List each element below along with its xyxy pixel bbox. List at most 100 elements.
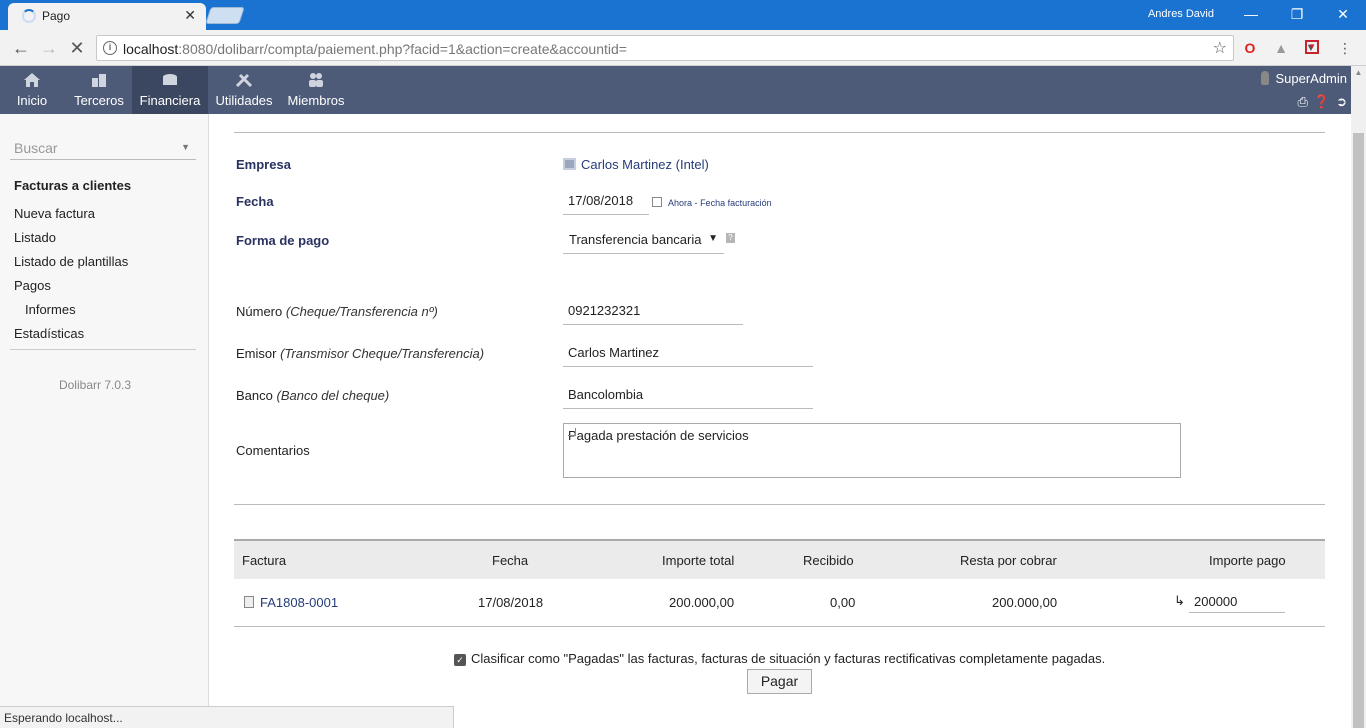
calendar-icon[interactable] <box>652 197 662 207</box>
url-host: localhost <box>123 41 179 57</box>
maximize-icon[interactable]: ❐ <box>1274 3 1320 25</box>
minimize-icon[interactable]: — <box>1228 3 1274 25</box>
numero-input[interactable]: 0921232321 <box>563 297 743 325</box>
home-icon <box>24 73 40 87</box>
url-path: :8080/dolibarr/compta/paiement.php?facid… <box>178 41 627 57</box>
print-icon[interactable]: ⎙ <box>1298 94 1308 109</box>
sidebar-item-pagos[interactable]: Pagos <box>14 278 51 293</box>
tab-close-icon[interactable]: ✕ <box>184 7 196 24</box>
sidebar-item-listado-plantillas[interactable]: Listado de plantillas <box>14 254 128 269</box>
empresa-value[interactable]: Carlos Martinez (Intel) <box>563 157 709 172</box>
pocket-extension-icon[interactable]: ▼ <box>1305 40 1319 54</box>
banco-hint: (Banco del cheque) <box>276 388 390 403</box>
help-icon[interactable]: ❓ <box>1314 94 1330 109</box>
top-tools: ⎙ ❓ ➲ <box>1292 94 1348 110</box>
factura-cell[interactable]: FA1808-0001 <box>244 595 338 610</box>
numero-hint: (Cheque/Transferencia nº) <box>285 304 438 319</box>
resta-cell: 200.000,00 <box>992 595 1058 610</box>
clasificar-pagadas[interactable]: ✓ Clasificar como "Pagadas" las facturas,… <box>454 651 1105 666</box>
browser-tab[interactable]: Pago ✕ <box>8 3 206 30</box>
sidebar-item-listado[interactable]: Listado <box>14 230 56 245</box>
menu-label-miembros: Miembros <box>287 93 345 108</box>
menu-utilidades[interactable]: Utilidades <box>210 66 278 114</box>
table-row: FA1808-0001 17/08/2018 200.000,00 0,00 2… <box>234 579 1325 627</box>
company-link[interactable]: Carlos Martinez (Intel) <box>581 157 709 172</box>
window-close-icon[interactable]: ✕ <box>1320 3 1366 25</box>
stop-icon[interactable]: ✕ <box>66 37 88 59</box>
chevron-down-icon: ▼ <box>708 233 718 244</box>
col-fecha: Fecha <box>492 553 529 568</box>
importe-pago-value: 200000 <box>1194 594 1238 609</box>
menu-financiera[interactable]: Financiera <box>132 66 208 114</box>
resize-grip-icon[interactable] <box>568 428 576 436</box>
divider <box>234 504 1325 505</box>
sidebar-item-informes[interactable]: Informes <box>25 302 76 317</box>
forma-pago-label: Forma de pago <box>236 233 330 248</box>
numero-value: 0921232321 <box>568 303 641 318</box>
banco-input[interactable]: Bancolombia <box>563 381 813 409</box>
fecha-input[interactable]: 17/08/2018 <box>563 187 649 215</box>
drive-extension-icon[interactable]: ▲ <box>1272 39 1290 57</box>
menu-label-inicio: Inicio <box>16 93 48 108</box>
fecha-separator: - <box>694 198 698 208</box>
forma-pago-value: Transferencia bancaria <box>569 232 702 247</box>
back-icon[interactable]: ← <box>10 37 32 59</box>
bookmark-star-icon[interactable]: ☆ <box>1213 38 1227 58</box>
search-select[interactable]: Buscar ▼ <box>10 136 196 160</box>
comentarios-label: Comentarios <box>236 443 310 458</box>
logout-icon[interactable]: ➲ <box>1336 94 1347 109</box>
col-importe-pago: Importe pago <box>1209 553 1286 568</box>
url-input[interactable]: i localhost:8080/dolibarr/compta/paiemen… <box>96 35 1234 61</box>
vertical-scrollbar[interactable]: ▲ <box>1351 66 1366 728</box>
emisor-value: Carlos Martinez <box>568 345 660 360</box>
fecha-shortcuts: Ahora - Fecha facturación <box>652 197 772 208</box>
user-icon <box>1261 71 1270 85</box>
opera-extension-icon[interactable]: O <box>1241 39 1259 57</box>
invoice-link[interactable]: FA1808-0001 <box>260 595 338 610</box>
clasificar-checkbox[interactable]: ✓ <box>454 654 466 666</box>
sidebar-divider <box>10 349 196 350</box>
col-recibido: Recibido <box>803 553 854 568</box>
menu-miembros[interactable]: Miembros <box>280 66 352 114</box>
menu-label-financiera: Financiera <box>139 93 201 108</box>
sidebar-item-estadisticas[interactable]: Estadísticas <box>14 326 84 341</box>
building-icon <box>92 74 106 87</box>
new-tab-button[interactable] <box>205 7 245 24</box>
col-resta: Resta por cobrar <box>960 553 1057 568</box>
pagar-button[interactable]: Pagar <box>747 669 812 694</box>
importe-pago-input[interactable]: 200000 <box>1189 585 1285 613</box>
browser-menu-icon[interactable]: ⋮ <box>1336 39 1354 57</box>
fecha-cell: 17/08/2018 <box>478 595 544 610</box>
fecha-facturacion-link[interactable]: Fecha facturación <box>700 198 772 208</box>
forma-pago-select[interactable]: Transferencia bancaria ▼ <box>563 226 724 254</box>
menu-inicio[interactable]: Inicio <box>0 66 64 114</box>
fecha-label: Fecha <box>236 194 274 209</box>
tab-title: Pago <box>42 9 71 23</box>
info-icon[interactable]: i <box>103 41 117 55</box>
sidebar-item-nueva-factura[interactable]: Nueva factura <box>14 206 95 221</box>
clasificar-label: Clasificar como "Pagadas" las facturas, … <box>471 651 1106 666</box>
invoice-doc-icon <box>244 596 254 608</box>
help-icon[interactable]: ? <box>726 233 735 243</box>
scroll-up-icon[interactable]: ▲ <box>1351 68 1366 77</box>
scroll-thumb[interactable] <box>1353 133 1364 728</box>
company-icon <box>563 158 576 170</box>
banco-label: Banco (Banco del cheque) <box>236 388 389 403</box>
url-text: localhost:8080/dolibarr/compta/paiement.… <box>123 41 627 57</box>
coins-icon <box>163 74 177 85</box>
ahora-link[interactable]: Ahora <box>668 198 692 208</box>
browser-status-bar: Esperando localhost... <box>0 706 454 728</box>
menu-label-terceros: Terceros <box>74 93 124 108</box>
menu-terceros[interactable]: Terceros <box>66 66 132 114</box>
user-menu[interactable]: SuperAdmin <box>1261 71 1347 86</box>
comentarios-textarea[interactable]: Pagada prestación de servicios <box>563 423 1181 478</box>
col-factura: Factura <box>242 553 287 568</box>
forward-icon[interactable]: → <box>38 37 60 59</box>
sidebar-heading-facturas[interactable]: Facturas a clientes <box>14 178 131 193</box>
comentarios-value: Pagada prestación de servicios <box>568 428 749 443</box>
copy-amount-arrow-icon[interactable]: ↳ <box>1174 593 1185 609</box>
chevron-down-icon: ▼ <box>181 142 190 152</box>
emisor-input[interactable]: Carlos Martinez <box>563 339 813 367</box>
recibido-cell: 0,00 <box>830 595 856 610</box>
menu-label-utilidades: Utilidades <box>215 93 273 108</box>
